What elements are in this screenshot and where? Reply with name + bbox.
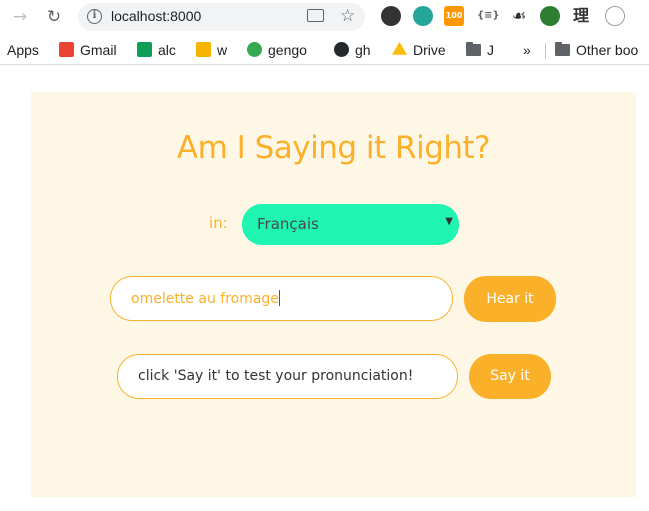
reload-icon[interactable]: ↻ [44,7,64,27]
browser-toolbar: → ↻ i localhost:8000 ☆ 100 {≡} ☙ 理 [0,0,649,34]
dropdown-arrow-icon: ▼ [445,216,453,227]
mask-extension-icon[interactable] [381,6,401,26]
language-label: in: [209,214,228,232]
bookmark-apps[interactable]: Apps [7,40,39,60]
bookmark-drive[interactable]: Drive [392,40,446,60]
bookmark-other-label: Other boo [576,42,639,58]
w-icon [196,42,211,57]
bookmark-folder-j[interactable]: J [466,40,494,60]
compass-extension-icon[interactable] [413,6,433,26]
bookmarks-divider [545,43,546,59]
bookmark-alc[interactable]: alc [137,40,176,60]
address-bar[interactable]: i localhost:8000 ☆ [78,3,365,31]
site-info-icon[interactable]: i [87,9,102,24]
app-card: Am I Saying it Right? in: Français ▼ ome… [31,92,636,497]
bookmark-gh[interactable]: gh [334,40,371,60]
kanji-extension-label: 理 [572,6,589,25]
gengo-icon [247,42,262,57]
cast-icon[interactable] [307,9,324,22]
bookmark-gmail[interactable]: Gmail [59,40,117,60]
language-select[interactable]: Français ▼ [242,204,459,245]
bookmark-gengo-label: gengo [268,42,307,58]
chevron-more-icon: » [523,42,531,58]
bookmark-other-bookmarks[interactable]: Other boo [555,40,638,60]
gnome-extension-icon[interactable]: ☙ [509,6,529,26]
status-text: click 'Say it' to test your pronunciatio… [138,368,414,384]
alc-icon [137,42,152,57]
bookmark-w-label: w [217,42,228,58]
phrase-input[interactable]: omelette au fromage [110,276,453,321]
folder-icon [466,42,481,56]
say-it-button[interactable]: Say it [469,354,551,399]
bookmark-folder-j-label: J [487,42,494,58]
github-icon [334,42,349,57]
folder-icon [555,42,570,56]
json-extension-icon[interactable]: {≡} [477,6,500,26]
json-extension-label: {≡} [477,10,500,21]
bookmarks-overflow-chevron[interactable]: » [523,40,531,60]
language-selected-value: Français [257,215,319,233]
page-title: Am I Saying it Right? [176,130,491,166]
bookmark-apps-label: Apps [7,42,39,58]
text-caret [278,290,280,306]
circle-extension-icon[interactable] [540,6,560,26]
bookmark-drive-label: Drive [413,42,446,58]
phrase-text: omelette au fromage [131,291,279,307]
bookmarks-bar: Apps Gmail alc w gengo gh Drive J » Othe… [0,34,649,65]
bookmark-alc-label: alc [158,42,176,58]
bookmark-gh-label: gh [355,42,371,58]
hear-it-button[interactable]: Hear it [464,276,556,322]
drive-icon [392,42,407,55]
gmail-icon [59,42,74,57]
kanji-extension-icon[interactable]: 理 [571,6,591,26]
pronunciation-status-box: click 'Say it' to test your pronunciatio… [117,354,458,399]
bookmark-gmail-label: Gmail [80,42,117,58]
rss-extension-icon[interactable]: 100 [444,6,464,26]
phrase-input-value: omelette au fromage [131,290,280,307]
gear-extension-icon[interactable] [605,6,625,26]
bookmark-w[interactable]: w [196,40,227,60]
rss-badge-count: 100 [445,11,463,20]
bookmark-gengo[interactable]: gengo [247,40,307,60]
back-arrow-icon[interactable]: → [10,7,30,27]
bookmark-star-icon[interactable]: ☆ [340,6,355,26]
url-text[interactable]: localhost:8000 [111,8,201,24]
